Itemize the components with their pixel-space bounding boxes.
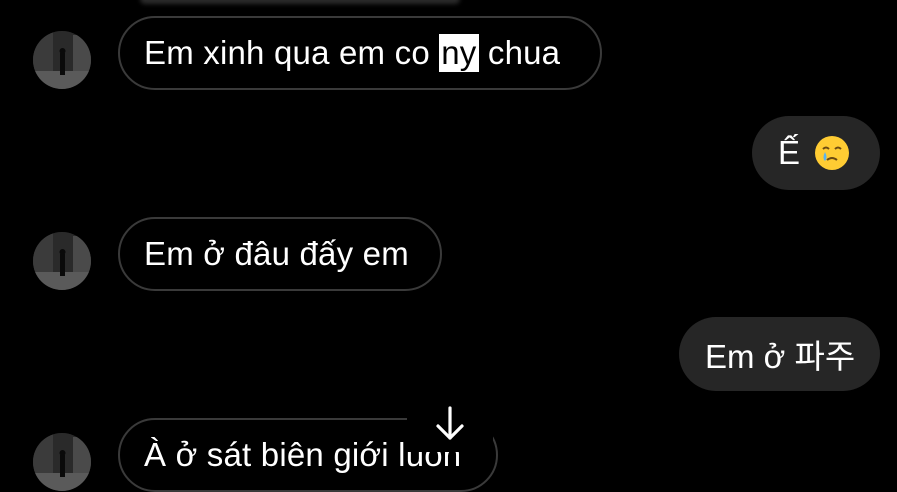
scroll-to-bottom-button[interactable] [407,396,493,452]
avatar-image [33,433,91,491]
arrow-down-icon [436,406,464,440]
message-bubble-incoming[interactable]: Em xinh qua em co ny chua [118,16,602,90]
avatar[interactable] [33,232,91,290]
message-bubble-incoming[interactable]: Em ở đâu đấy em [118,217,442,291]
face-holding-back-tears-icon [815,136,850,170]
message-text: Ế [778,134,801,171]
avatar[interactable] [33,31,91,89]
message-text-part: Em xinh qua em co [144,34,440,71]
avatar[interactable] [33,433,91,491]
previous-content-fade [140,0,460,4]
message-bubble-outgoing[interactable]: Em ở 파주 [679,317,880,391]
message-text: Em ở 파주 [705,338,856,375]
avatar-image [33,232,91,290]
message-text-part: chua [478,34,561,71]
highlighted-word: ny [439,34,479,72]
message-bubble-outgoing[interactable]: Ế [752,116,880,190]
avatar-image [33,31,91,89]
message-text: Em ở đâu đấy em [144,235,409,272]
